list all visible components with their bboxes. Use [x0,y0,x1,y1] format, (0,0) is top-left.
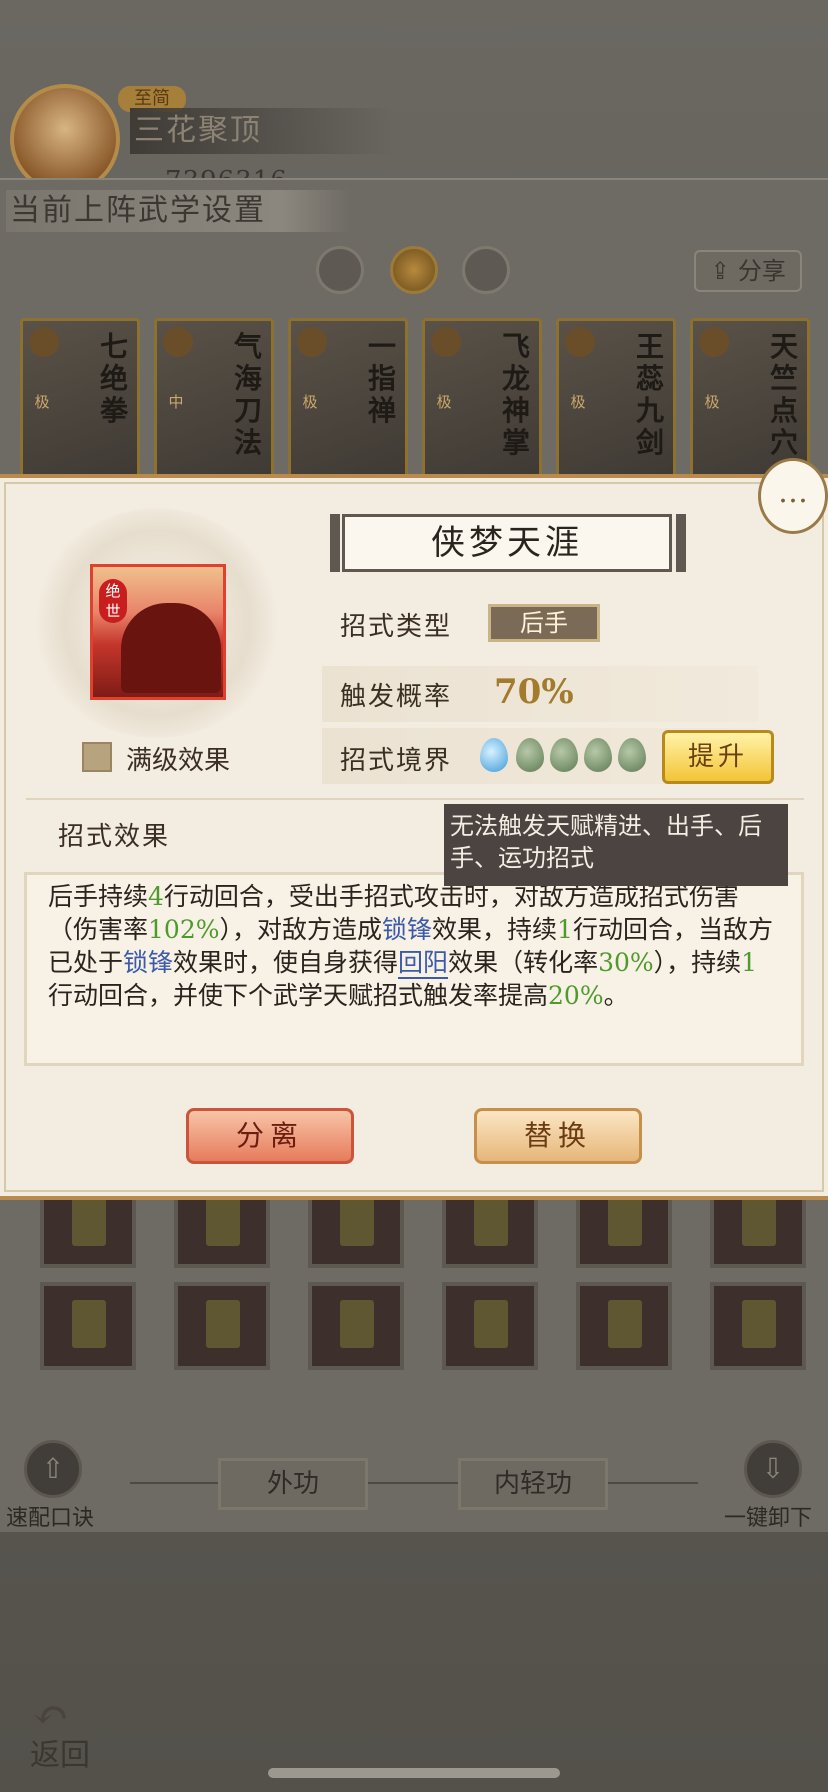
unload-all-label: 一键卸下 [724,1506,813,1531]
card-grade: 中 [168,393,184,411]
skill-name: 侠梦天涯 [342,514,672,572]
separate-button[interactable]: 分离 [186,1108,354,1164]
skill-figure [121,603,221,693]
bracket-left [330,514,340,572]
realm-label: 招式境界 [340,746,453,776]
card-grade: 极 [570,393,586,411]
section-title: 当前上阵武学设置 [6,190,350,232]
upgrade-button[interactable]: 提升 [662,730,774,784]
replace-button[interactable]: 替换 [474,1108,642,1164]
chat-icon[interactable]: … [758,458,828,534]
realm-drop-icon [516,738,544,772]
card-name: 天竺点穴 [769,330,798,459]
unload-all-button[interactable]: ⇩ [744,1440,802,1498]
element-icon [297,327,327,357]
empty-slot[interactable] [576,1282,672,1370]
skill-card[interactable]: 极 七绝拳 [20,318,140,478]
rate-value: 70% [494,672,574,712]
tab-divider [608,1482,698,1484]
element-icon [565,327,595,357]
skill-card[interactable]: 极 一指禅 [288,318,408,478]
skill-card[interactable]: 极 王蕊九剑 [556,318,676,478]
type-badge: 后手 [488,604,600,642]
empty-slot[interactable] [442,1282,538,1370]
empty-slot[interactable] [710,1282,806,1370]
skill-card[interactable]: 中 气海刀法 [154,318,274,478]
effect-text: 后手持续4行动回合，受出手招式攻击时，对敌方造成招式伤害（伤害率102%），对敌… [48,882,773,1010]
share-icon: ⇪ [710,257,731,285]
rarity-seal: 绝世 [99,579,127,623]
card-name: 七绝拳 [99,330,128,427]
realm-drop-icon [550,738,578,772]
keyword-link[interactable]: 锁锋 [382,915,432,944]
keyword-tooltip: 无法触发天赋精进、出手、后手、运功招式 [444,804,788,886]
effect-label: 招式效果 [58,822,171,852]
mode-sun-icon[interactable] [390,246,438,294]
element-icon [163,327,193,357]
mode-moon-icon[interactable] [316,246,364,294]
type-label: 招式类型 [340,612,453,642]
realm-drop-icon [618,738,646,772]
tab-divider [368,1482,458,1484]
bracket-right [676,514,686,572]
card-grade: 极 [34,393,50,411]
empty-slot[interactable] [174,1282,270,1370]
upload-icon: ⇧ [41,1452,65,1485]
card-grade: 极 [302,393,318,411]
quick-config-button[interactable]: ⇧ [24,1440,82,1498]
element-icon [431,327,461,357]
card-name: 王蕊九剑 [635,330,664,459]
max-effect-label: 满级效果 [126,746,231,776]
max-effect-checkbox[interactable] [82,742,112,772]
quick-config-label: 速配口诀 [6,1506,95,1531]
realm-drop-icon [480,738,508,772]
card-grade: 极 [704,393,720,411]
tab-divider [130,1482,220,1484]
mode-ring-icon[interactable] [462,246,510,294]
keyword-link[interactable]: 回阳 [398,948,449,979]
skill-card[interactable]: 极 天竺点穴 [690,318,810,478]
tab-external[interactable]: 外功 [218,1458,368,1510]
back-label: 返回 [30,1738,90,1773]
realm-drop-icon [584,738,612,772]
player-name: 三花聚顶 [130,108,394,154]
home-indicator[interactable] [268,1768,560,1778]
download-icon: ⇩ [761,1452,785,1485]
skill-card[interactable]: 极 飞龙神掌 [422,318,542,478]
keyword-link[interactable]: 锁锋 [123,948,173,977]
empty-slot[interactable] [308,1282,404,1370]
share-label: 分享 [737,257,786,285]
share-button[interactable]: ⇪ 分享 [694,250,802,292]
empty-slot[interactable] [40,1282,136,1370]
rate-label: 触发概率 [340,682,453,712]
back-button[interactable]: ↶ 返回 [26,1690,112,1773]
element-icon [699,327,729,357]
card-grade: 极 [436,393,452,411]
tab-internal[interactable]: 内轻功 [458,1458,608,1510]
divider [26,798,804,800]
card-name: 一指禅 [367,330,396,427]
skill-icon: 绝世 [90,564,226,700]
element-icon [29,327,59,357]
card-name: 气海刀法 [233,330,262,459]
card-name: 飞龙神掌 [501,330,530,459]
